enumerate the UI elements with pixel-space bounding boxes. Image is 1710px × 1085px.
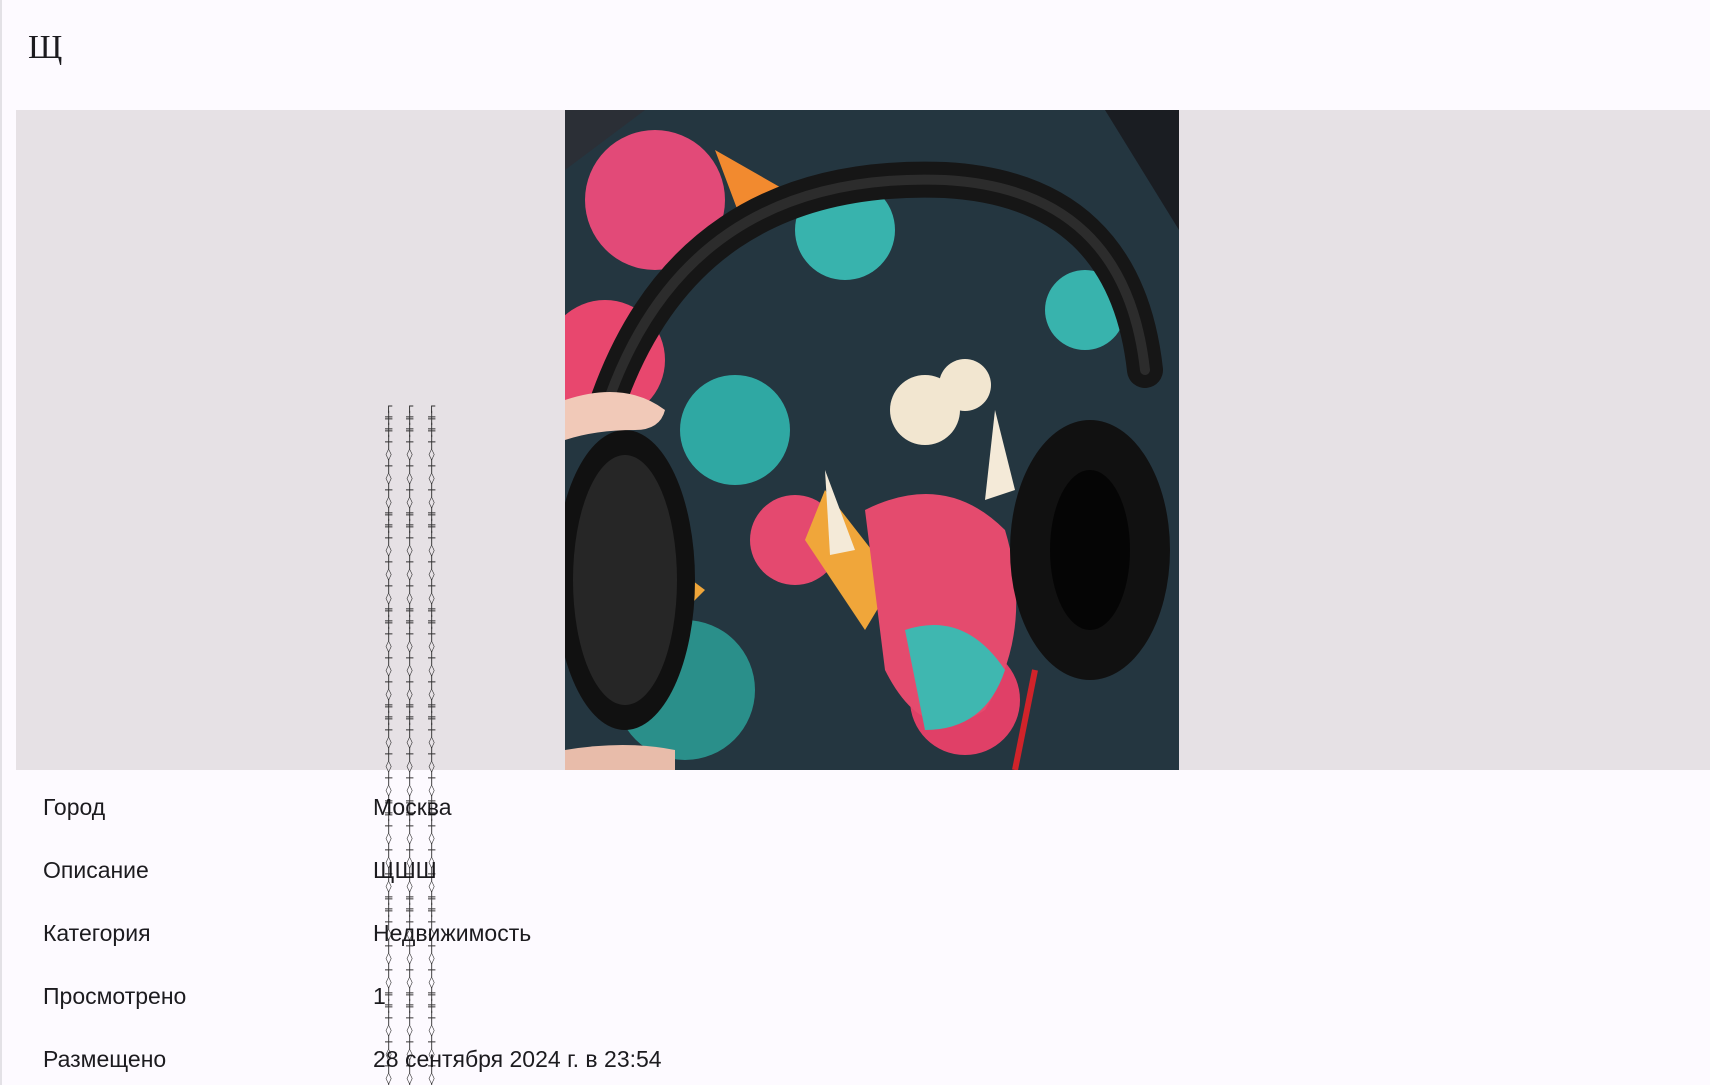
page-title: Щ	[28, 29, 63, 66]
glitch-artifact: ┌╪╪┼◊┼◊┼◊╪╪┼◊┼◊┼◊╪╪┼◊┼◊┼◊╪╪┼◊┼◊┼◊╪╪┼◊┼◊┼…	[406, 400, 414, 1085]
headphones-photo-icon	[565, 110, 1179, 770]
detail-row-views: Просмотрено 1	[43, 969, 1043, 1032]
detail-row-posted: Размещено 28 сентября 2024 г. в 23:54	[43, 1032, 1043, 1085]
detail-row-description: Описание ЩШШ	[43, 843, 1043, 906]
detail-row-city: Город Москва	[43, 780, 1043, 843]
glitch-artifact: ┌╪╪┼◊┼◊┼◊╪╪┼◊┼◊┼◊╪╪┼◊┼◊┼◊╪╪┼◊┼◊┼◊╪╪┼◊┼◊┼…	[428, 400, 436, 1085]
listing-photo[interactable]	[565, 110, 1179, 770]
glitch-artifact: ┌╪╪┼◊┼◊┼◊╪╪┼◊┼◊┼◊╪╪┼◊┼◊┼◊╪╪┼◊┼◊┼◊╪╪┼◊┼◊┼…	[385, 400, 393, 1085]
detail-row-category: Категория Недвижимость	[43, 906, 1043, 969]
image-gallery[interactable]	[16, 110, 1710, 770]
detail-label: Описание	[43, 857, 149, 883]
listing-details: Город Москва Описание ЩШШ Категория Недв…	[43, 780, 1043, 1085]
detail-label: Город	[43, 794, 106, 820]
listing-page: Щ Город Москва Описание ЩШШ Категория Не…	[0, 0, 1710, 1085]
detail-label: Категория	[43, 920, 151, 946]
detail-label: Просмотрено	[43, 983, 187, 1009]
detail-label: Размещено	[43, 1046, 167, 1072]
detail-value: 1	[373, 983, 386, 1009]
